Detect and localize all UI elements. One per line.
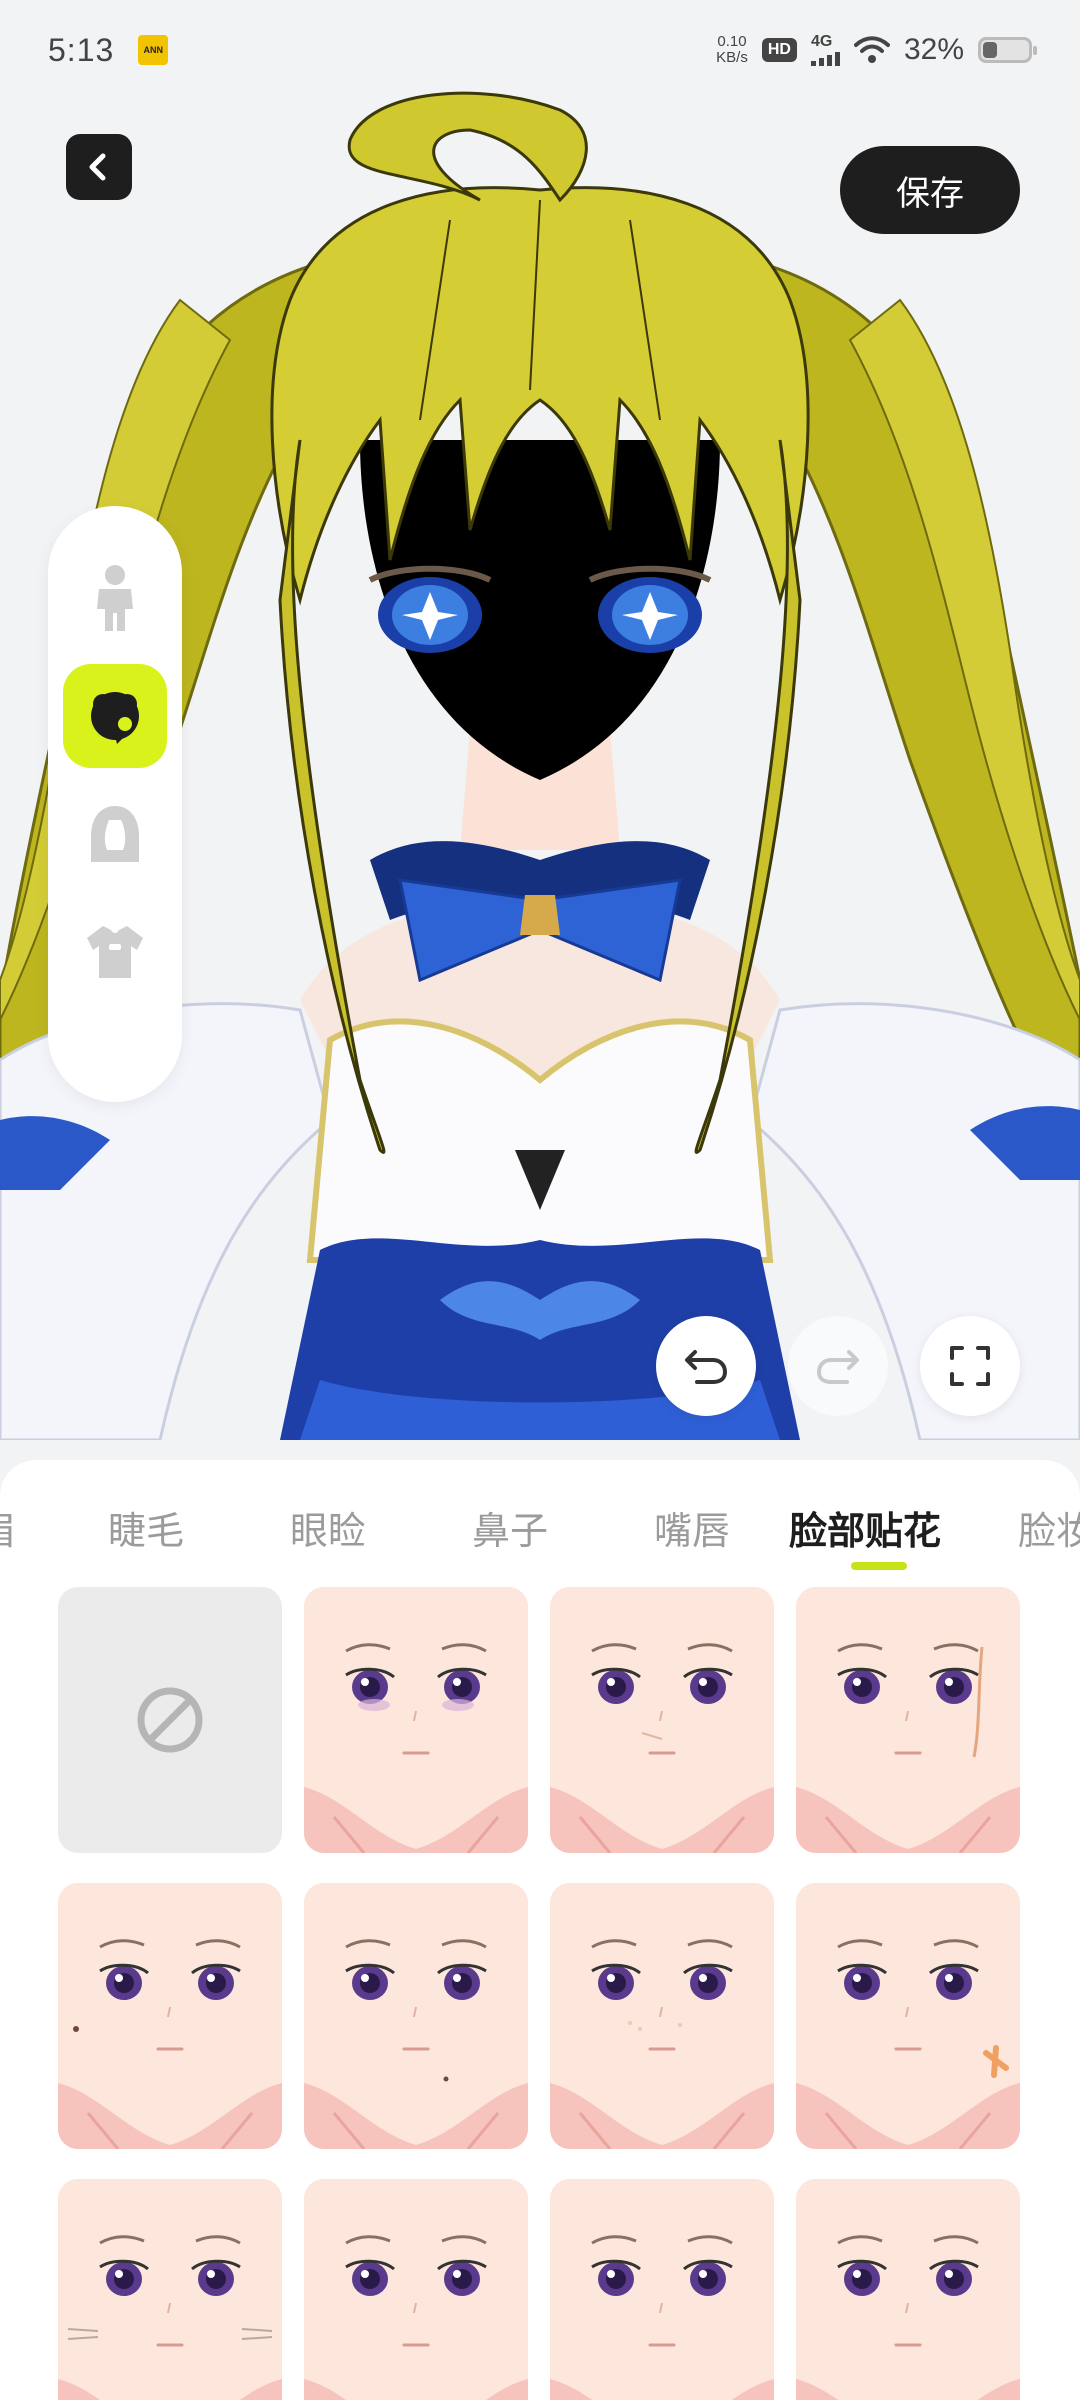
face-preview-icon [796,1587,1020,1853]
battery-icon [978,37,1037,63]
side-item-hair[interactable] [63,782,167,886]
face-preview-icon [796,2179,1020,2400]
hair-icon [91,806,139,862]
redo-icon [816,1350,859,1384]
face-preview-icon [58,1883,282,2149]
option-decal-8[interactable] [58,2179,282,2400]
face-preview-icon [304,1883,528,2149]
fullscreen-icon [950,1346,990,1386]
category-side-menu [48,506,182,1102]
side-item-body[interactable] [63,546,167,650]
option-decal-6[interactable] [550,1883,774,2149]
status-bar: 5:13 ANN 0.10 KB/s HD 4G 32% [0,0,1080,100]
wifi-icon [853,36,890,63]
face-preview-icon [796,1883,1020,2149]
hd-icon: HD [761,38,797,62]
body-icon [97,565,133,631]
tab-eyelids[interactable]: 眼睑 [290,1500,366,1555]
no-selection-icon [137,1687,203,1753]
face-preview-icon [304,1587,528,1853]
save-button[interactable]: 保存 [840,146,1020,234]
option-decal-9[interactable] [304,2179,528,2400]
active-tab-indicator [851,1562,907,1570]
face-preview-icon [550,1587,774,1853]
battery-percent: 32% [903,33,964,66]
customization-panel: 眉 睫毛 眼睑 鼻子 嘴唇 脸部贴花 脸妆 [0,1460,1080,2400]
clothing-icon [87,926,143,978]
undo-button[interactable] [656,1316,756,1416]
side-item-face-makeup[interactable] [63,664,167,768]
chevron-left-icon [89,153,106,181]
tab-eyebrow[interactable]: 眉 [0,1500,16,1555]
notification-app-icon: ANN [138,35,169,65]
face-preview-icon [58,2179,282,2400]
network-type: 4G [810,33,833,50]
tab-face-decals[interactable]: 脸部贴花 [789,1500,941,1555]
option-decal-3[interactable] [796,1587,1020,1853]
face-preview-icon [550,1883,774,2149]
status-time: 5:13 [48,31,115,68]
undo-icon [685,1350,728,1384]
network-speed-unit: KB/s [716,49,748,66]
back-button[interactable] [66,134,132,200]
status-indicators: 0.10 KB/s HD 4G 32% [716,33,1037,67]
network-speed-value: 0.10 [717,33,747,50]
cellular-signal-icon: 4G [810,33,840,66]
option-decal-4[interactable] [58,1883,282,2149]
option-decal-2[interactable] [550,1587,774,1853]
side-item-clothing[interactable] [63,900,167,1004]
option-decal-1[interactable] [304,1587,528,1853]
option-none[interactable] [58,1587,282,1853]
decal-options-grid [58,1587,1020,2400]
option-decal-5[interactable] [304,1883,528,2149]
option-decal-7[interactable] [796,1883,1020,2149]
face-makeup-icon [91,692,139,744]
redo-button[interactable] [788,1316,888,1416]
face-preview-icon [304,2179,528,2400]
option-decal-11[interactable] [796,2179,1020,2400]
tab-nose[interactable]: 鼻子 [472,1500,548,1555]
option-decal-10[interactable] [550,2179,774,2400]
fullscreen-button[interactable] [920,1316,1020,1416]
tab-lips[interactable]: 嘴唇 [654,1500,730,1555]
face-preview-icon [550,2179,774,2400]
tab-eyelashes[interactable]: 睫毛 [108,1500,184,1555]
tab-face-makeup[interactable]: 脸妆 [1018,1500,1080,1555]
network-speed: 0.10 KB/s [716,34,748,66]
category-tabs: 眉 睫毛 眼睑 鼻子 嘴唇 脸部贴花 脸妆 [0,1460,1080,1590]
